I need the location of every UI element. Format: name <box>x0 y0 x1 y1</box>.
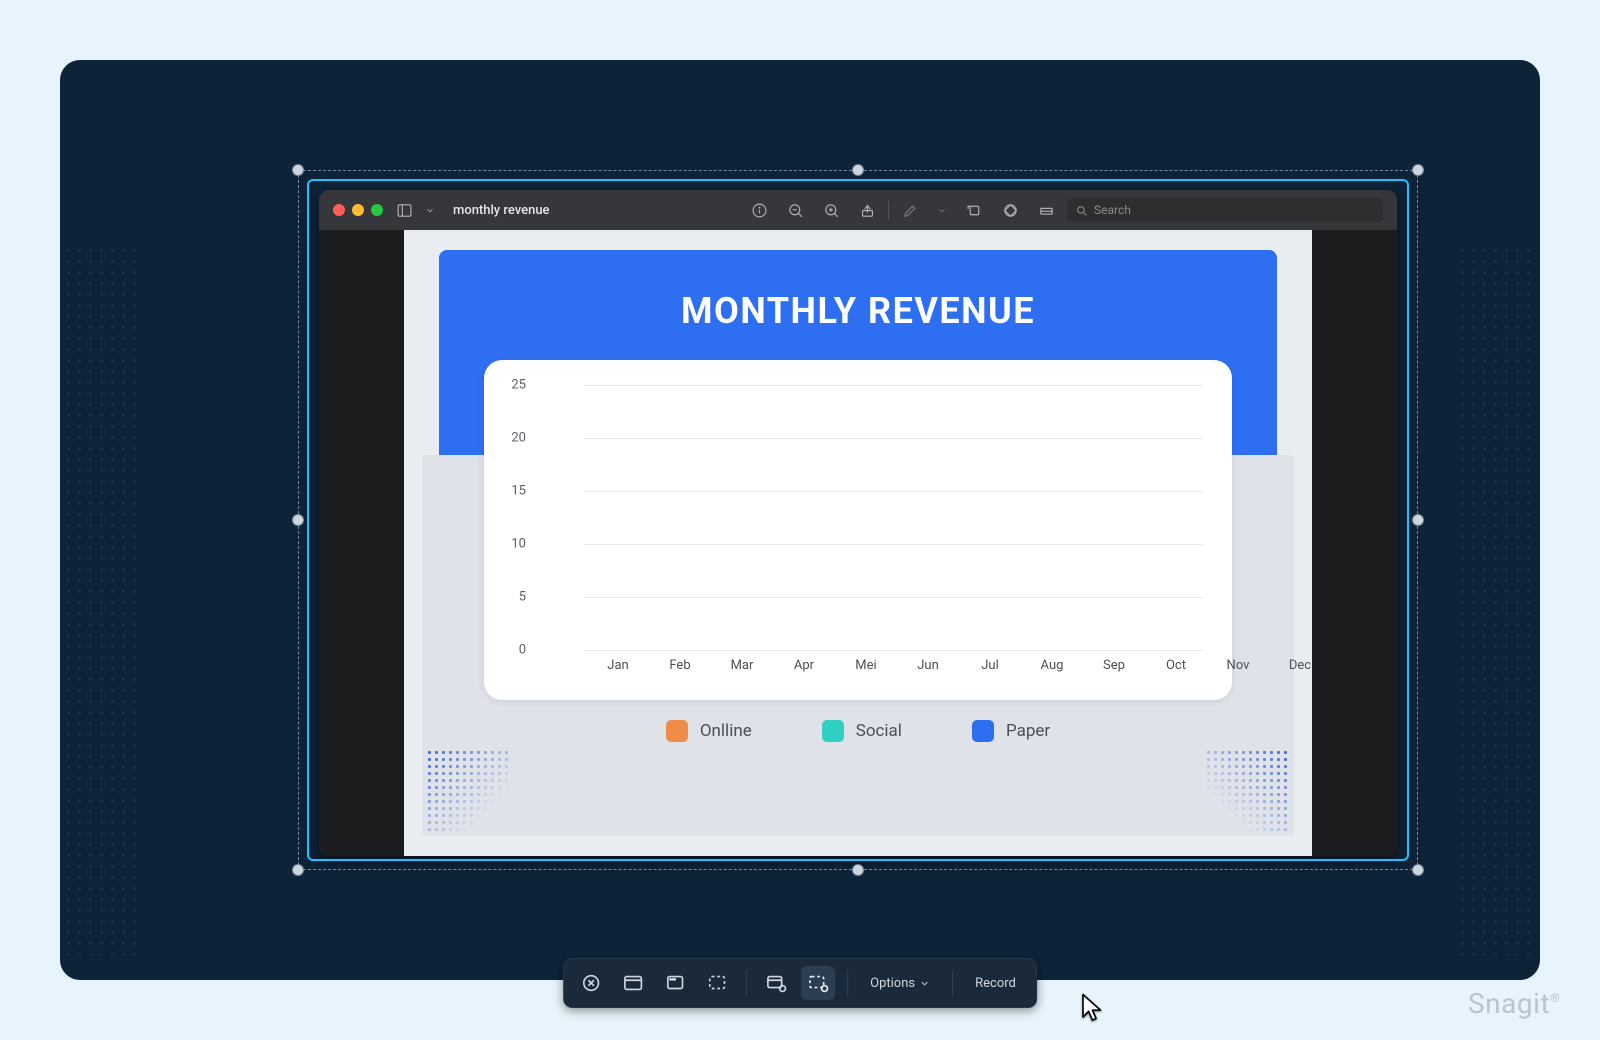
bars-container: JanFebMarAprMeiJunJulAugSepOctNovDec <box>594 385 1192 650</box>
snagit-backdrop: monthly revenue Search <box>60 60 1540 980</box>
titlebar: monthly revenue Search <box>319 190 1397 230</box>
x-tick-label: Jun <box>917 658 939 673</box>
resize-handle[interactable] <box>292 864 304 876</box>
zoom-out-icon[interactable] <box>786 201 804 219</box>
brand-watermark: Snagit® <box>1468 987 1560 1020</box>
chart-legend: Onlline Social Paper <box>404 720 1312 742</box>
halftone-decoration <box>426 749 511 834</box>
x-tick-label: Aug <box>1041 658 1064 673</box>
zoom-in-icon[interactable] <box>822 201 840 219</box>
slide-canvas: MONTHLY REVENUE 0510152025JanFebMarAprMe… <box>404 230 1312 856</box>
search-placeholder: Search <box>1094 203 1131 217</box>
left-gutter <box>319 230 404 856</box>
crop-icon[interactable] <box>1037 201 1055 219</box>
fullscreen-mode-button[interactable] <box>616 966 650 1000</box>
chevron-down-icon <box>919 978 930 989</box>
record-button[interactable]: Record <box>965 976 1026 991</box>
halftone-decoration <box>1205 749 1290 834</box>
y-tick-label: 5 <box>519 590 526 605</box>
markup-icon[interactable] <box>901 201 919 219</box>
scrolling-window-button[interactable] <box>759 966 793 1000</box>
chevron-down-icon[interactable] <box>937 201 947 219</box>
chart-card: 0510152025JanFebMarAprMeiJunJulAugSepOct… <box>484 360 1232 700</box>
grid-line <box>584 650 1202 651</box>
dots-decoration <box>63 245 143 955</box>
search-input[interactable]: Search <box>1067 198 1383 222</box>
zoom-icon[interactable] <box>371 204 383 216</box>
x-tick-label: Jan <box>607 658 628 673</box>
chart-plot: 0510152025JanFebMarAprMeiJunJulAugSepOct… <box>534 385 1202 650</box>
window-mode-button[interactable] <box>658 966 692 1000</box>
y-tick-label: 20 <box>511 431 526 446</box>
chevron-down-icon[interactable] <box>425 201 435 219</box>
x-tick-label: Oct <box>1166 658 1186 673</box>
y-tick-label: 10 <box>511 537 526 552</box>
resize-handle[interactable] <box>1412 164 1424 176</box>
sidebar-toggle-icon[interactable] <box>395 201 413 219</box>
legend-label: Social <box>856 721 902 741</box>
x-tick-label: Jul <box>981 658 999 673</box>
options-dropdown[interactable]: Options <box>860 976 940 991</box>
cancel-capture-button[interactable] <box>574 966 608 1000</box>
legend-label: Onlline <box>700 721 752 741</box>
x-tick-label: Nov <box>1227 658 1250 673</box>
resize-handle[interactable] <box>1412 514 1424 526</box>
resize-handle[interactable] <box>852 164 864 176</box>
markup-shape-icon[interactable] <box>1001 201 1019 219</box>
y-tick-label: 0 <box>519 643 526 658</box>
search-icon <box>1075 204 1088 217</box>
legend-swatch <box>972 720 994 742</box>
x-tick-label: Dec <box>1289 658 1311 673</box>
minimize-icon[interactable] <box>352 204 364 216</box>
right-gutter <box>1312 230 1397 856</box>
scrolling-region-button[interactable] <box>801 966 835 1000</box>
region-mode-button[interactable] <box>700 966 734 1000</box>
share-icon[interactable] <box>858 201 876 219</box>
window-title: monthly revenue <box>453 203 550 218</box>
resize-handle[interactable] <box>292 164 304 176</box>
resize-handle[interactable] <box>292 514 304 526</box>
legend-label: Paper <box>1006 721 1050 741</box>
record-label: Record <box>975 976 1016 991</box>
y-tick-label: 15 <box>511 484 526 499</box>
dots-decoration <box>1457 245 1537 955</box>
legend-item-paper: Paper <box>972 720 1050 742</box>
x-tick-label: Feb <box>669 658 690 673</box>
options-label: Options <box>870 976 915 991</box>
legend-swatch <box>822 720 844 742</box>
x-tick-label: Mei <box>855 658 876 673</box>
x-tick-label: Mar <box>731 658 754 673</box>
info-icon[interactable] <box>750 201 768 219</box>
cursor-icon <box>1078 992 1108 1026</box>
resize-handle[interactable] <box>1412 864 1424 876</box>
close-icon[interactable] <box>333 204 345 216</box>
preview-app-window: monthly revenue Search <box>319 190 1397 856</box>
legend-item-social: Social <box>822 720 902 742</box>
x-tick-label: Apr <box>794 658 814 673</box>
legend-swatch <box>666 720 688 742</box>
resize-handle[interactable] <box>852 864 864 876</box>
snagit-toolbar: Options Record <box>563 958 1037 1008</box>
window-controls[interactable] <box>333 204 383 216</box>
legend-item-online: Onlline <box>666 720 752 742</box>
x-tick-label: Sep <box>1103 658 1125 673</box>
rotate-icon[interactable] <box>965 201 983 219</box>
y-tick-label: 25 <box>511 378 526 393</box>
